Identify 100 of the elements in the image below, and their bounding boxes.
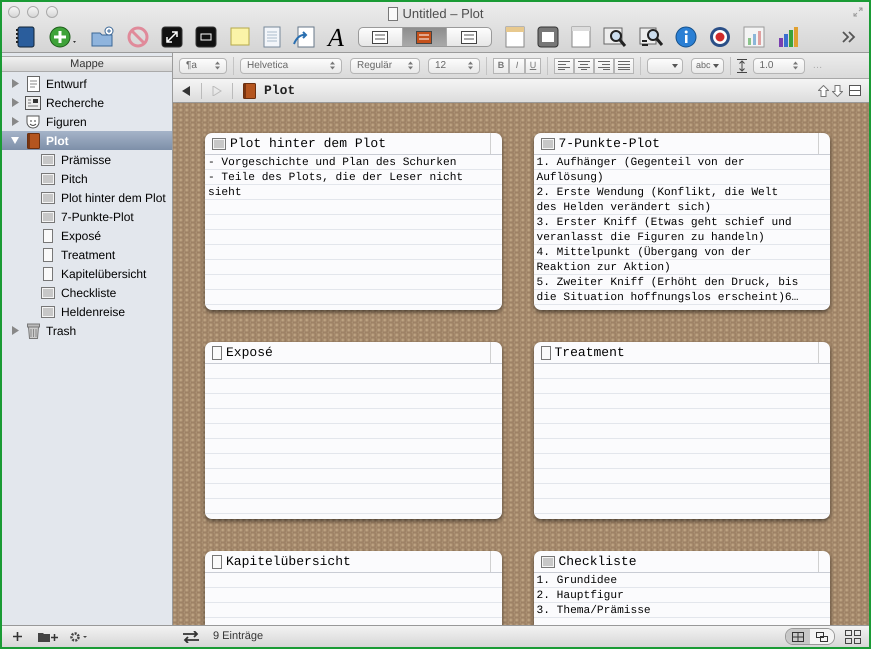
up-arrow-icon[interactable]: [818, 84, 829, 96]
index-card[interactable]: Treatment: [534, 342, 830, 519]
binder-header: Mappe: [2, 56, 172, 72]
card-text-line: - Vorgeschichte und Plan des Schurken: [208, 156, 458, 171]
card-title: Exposé: [226, 344, 273, 362]
card-text-line: Auflösung): [536, 171, 605, 186]
text-icon: [41, 172, 55, 184]
card-title: Checkliste: [558, 552, 637, 571]
text-icon: [41, 286, 55, 298]
font-style-dropdown[interactable]: Regulär: [350, 58, 420, 74]
binder-item[interactable]: Recherche: [2, 93, 172, 112]
text-icon: [540, 556, 554, 568]
caret-icon: [672, 64, 678, 68]
card-text-line: 1. Grundidee: [536, 574, 618, 589]
text-icon: [41, 192, 55, 204]
binder-item[interactable]: Prämisse: [2, 150, 172, 169]
binder-item[interactable]: Kapitelübersicht: [2, 264, 172, 283]
disclosure-triangle-icon[interactable]: [11, 326, 19, 335]
binder-item[interactable]: Entwurf: [2, 74, 172, 93]
disclosure-triangle-icon[interactable]: [11, 117, 19, 126]
page-icon: [43, 248, 53, 262]
book-icon: [26, 132, 40, 148]
page-icon: [43, 228, 53, 242]
card-text-line: 1. Aufhänger (Gegenteil von der: [536, 156, 746, 171]
item-count: 9 Einträge: [213, 629, 264, 644]
card-text-line: 3. Thema/Prämisse: [536, 604, 652, 619]
highlight-dropdown[interactable]: abc: [691, 58, 724, 74]
stepper-arrows-icon: [792, 61, 798, 70]
card-text-line: 2. Erste Wendung (Konflikt, die Welt: [536, 186, 780, 201]
page-icon: [212, 554, 222, 568]
corkboard-icon: [416, 30, 432, 44]
card-text-line: 2. Hauptfigur: [536, 589, 625, 604]
stepper-arrows-icon: [215, 61, 220, 70]
binder-item[interactable]: Figuren: [2, 112, 172, 131]
document-icon: [388, 6, 398, 21]
font-size-dropdown[interactable]: 12: [428, 58, 480, 74]
text-icon: [41, 306, 55, 318]
index-card[interactable]: [534, 133, 830, 310]
freeform-view-toggle[interactable]: [810, 629, 834, 644]
document-title: Plot: [264, 82, 296, 100]
stepper-arrows-icon: [408, 61, 413, 70]
disclosure-triangle-icon[interactable]: [11, 98, 19, 107]
stepper-arrows-icon: [330, 61, 335, 70]
index-card[interactable]: Exposé: [205, 342, 502, 519]
back-arrow-icon[interactable]: [181, 86, 191, 96]
bold-button[interactable]: B: [493, 58, 509, 74]
binder-item[interactable]: Plot hinter dem Plot: [2, 188, 172, 207]
disclosure-triangle-icon[interactable]: [11, 136, 19, 145]
justify-icon[interactable]: [614, 58, 634, 74]
underline-button[interactable]: U: [525, 58, 541, 74]
paragraph-style-dropdown[interactable]: ¶a: [179, 58, 227, 74]
split-view-icon[interactable]: [849, 85, 861, 96]
text-icon: [41, 154, 55, 166]
overlapping-squares-icon: [816, 632, 828, 642]
down-arrow-icon[interactable]: [832, 84, 843, 96]
document-icon: [460, 30, 477, 44]
trash-icon: [26, 322, 40, 338]
index-card[interactable]: Kapitelübersicht: [205, 551, 502, 625]
card-text-line: sieht: [208, 186, 243, 201]
index-card[interactable]: Checkliste 1. Grundidee 2. Hauptfigur 3. Thema/Prämisse: [534, 551, 830, 625]
grid-view-toggle[interactable]: [786, 629, 810, 644]
font-dropdown[interactable]: Helvetica: [240, 58, 342, 74]
characters-icon: [25, 114, 41, 130]
card-text-line: veranlasst die Figuren zu handeln): [536, 231, 766, 246]
align-left-icon[interactable]: [554, 58, 574, 74]
binder-item[interactable]: 7-Punkte-Plot: [2, 207, 172, 226]
stepper-arrows-icon: [468, 61, 473, 70]
card-layout-icon[interactable]: [845, 630, 861, 644]
binder-item[interactable]: Heldenreise: [2, 302, 172, 321]
line-spacing-dropdown[interactable]: 1.0: [752, 58, 805, 74]
corkboard-view-tab[interactable]: [402, 28, 447, 46]
more-indicator: …: [812, 59, 823, 73]
italic-button[interactable]: I: [509, 58, 525, 74]
card-title: Treatment: [554, 344, 625, 362]
card-text-line: die Situation hoffnungslos erscheint)6…: [536, 291, 800, 306]
text-icon: [212, 138, 226, 150]
card-text-line: des Helden verändert sich): [536, 201, 712, 216]
card-text-line: 3. Erster Kniff (Etwas geht schief und: [536, 216, 793, 231]
book-icon: [243, 82, 256, 98]
card-title: 7-Punkte-Plot: [558, 134, 660, 153]
card-text-line: Reaktion zur Aktion): [536, 261, 672, 276]
card-text-line: 4. Mittelpunkt (Übergang von der: [536, 246, 752, 261]
binder-item[interactable]: Treatment: [2, 245, 172, 264]
binder-item[interactable]: Trash: [2, 321, 172, 340]
text-color-dropdown[interactable]: [647, 58, 683, 74]
align-center-icon[interactable]: [574, 58, 594, 74]
binder-item[interactable]: Checkliste: [2, 283, 172, 302]
page-icon: [540, 346, 550, 360]
disclosure-triangle-icon[interactable]: [11, 79, 19, 88]
binder-item[interactable]: Pitch: [2, 169, 172, 188]
card-title: Plot hinter dem Plot: [230, 134, 386, 153]
page-icon: [212, 346, 222, 360]
outline-icon: [372, 30, 388, 44]
align-right-icon[interactable]: [594, 58, 614, 74]
binder-item[interactable]: Exposé: [2, 226, 172, 245]
window-title: Untitled – Plot: [402, 5, 484, 23]
text-icon: [540, 138, 554, 150]
font-button[interactable]: A: [322, 25, 350, 49]
index-card[interactable]: Plot hinter dem Plot - Vorgeschichte und Plan des Schurken - Teile des Plots, die der Leser nicht sieht: [205, 133, 502, 310]
caret-icon: [712, 64, 719, 68]
